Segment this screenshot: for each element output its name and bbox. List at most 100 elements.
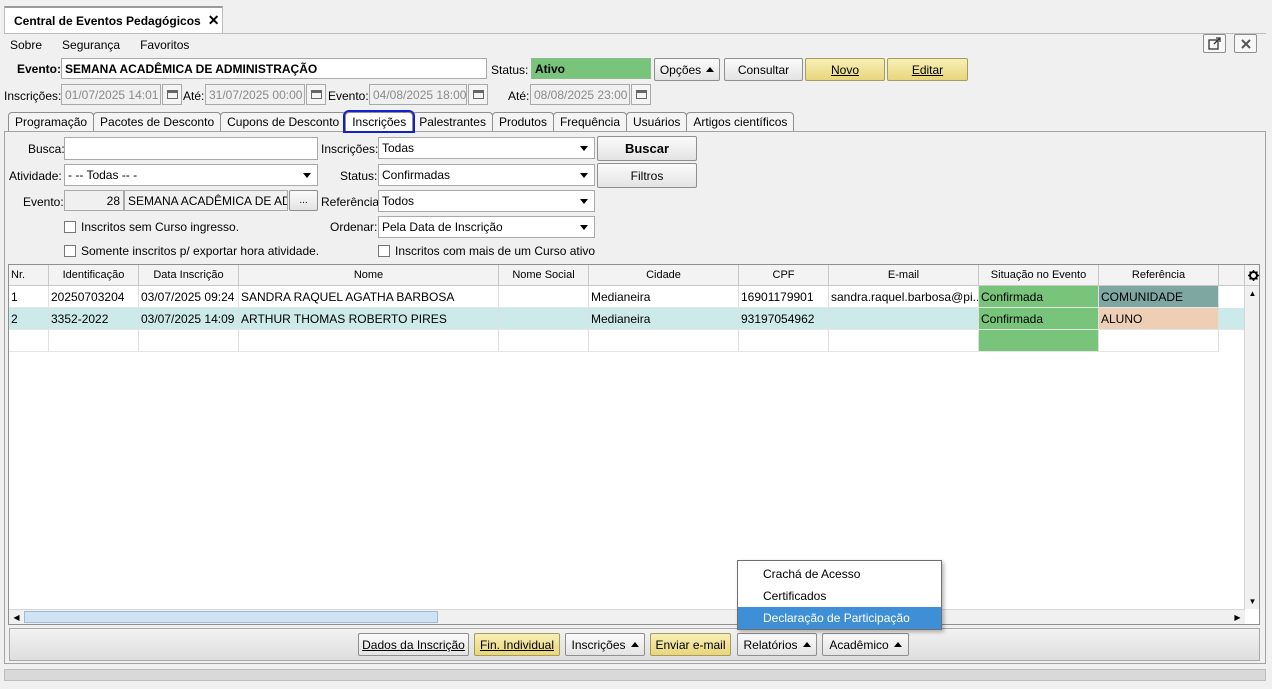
busca-input[interactable]: [64, 137, 318, 160]
menu-item-declaracao[interactable]: Declaração de Participação: [738, 607, 941, 629]
dados-inscricao-button[interactable]: Dados da Inscrição: [358, 633, 469, 656]
col-nome[interactable]: Nome: [239, 265, 499, 286]
evento-field[interactable]: SEMANA ACADÊMICA DE ADMINISTRAÇÃO: [61, 58, 487, 79]
academico-button[interactable]: Acadêmico: [822, 633, 909, 656]
cell-cpf: 93197054962: [739, 308, 829, 330]
menu-bar: Sobre Segurança Favoritos: [8, 37, 191, 53]
cell-identificacao: 20250703204: [49, 286, 139, 308]
scroll-down-icon[interactable]: ▼: [1245, 594, 1259, 609]
scroll-right-icon[interactable]: ▶: [1230, 610, 1245, 624]
table-row[interactable]: 2 3352-2022 03/07/2025 14:09 ARTHUR THOM…: [9, 308, 1245, 330]
evento-nome-field[interactable]: SEMANA ACADÊMICA DE ADM: [124, 190, 288, 211]
evento-filter-label: Evento:: [23, 195, 64, 209]
evento-lookup-button[interactable]: ...: [289, 190, 318, 211]
enviar-email-button[interactable]: Enviar e-mail: [650, 633, 731, 656]
evento-fim-field[interactable]: 08/08/2025 23:00: [530, 84, 630, 105]
tab-cupons[interactable]: Cupons de Desconto: [220, 112, 347, 131]
cell-empty: [139, 330, 239, 352]
calendar-icon[interactable]: [468, 84, 488, 105]
column-settings-icon[interactable]: [1245, 265, 1259, 286]
col-email[interactable]: E-mail: [829, 265, 979, 286]
sem-curso-checkbox[interactable]: Inscritos sem Curso ingresso.: [64, 220, 239, 234]
close-window-icon[interactable]: [1234, 34, 1257, 53]
checkbox-box: [64, 221, 76, 233]
evento-id-field[interactable]: 28: [64, 190, 124, 211]
relatorios-label: Relatórios: [743, 637, 798, 652]
tab-usuarios[interactable]: Usuários: [626, 112, 688, 131]
calendar-icon[interactable]: [306, 84, 326, 105]
scroll-thumb[interactable]: [24, 611, 438, 623]
dados-inscricao-label: Dados da Inscrição: [362, 637, 465, 652]
menu-favoritos[interactable]: Favoritos: [138, 37, 191, 53]
atividade-select[interactable]: - -- Todas -- -: [64, 164, 318, 186]
relatorios-popup-menu: Crachá de Acesso Certificados Declaração…: [737, 560, 942, 630]
atividade-label: Atividade:: [9, 169, 62, 183]
opcoes-button[interactable]: Opções: [654, 58, 720, 81]
inscricoes-table[interactable]: Nr. Identificação Data Inscrição Nome No…: [8, 264, 1260, 625]
tab-pacotes[interactable]: Pacotes de Desconto: [93, 112, 222, 131]
tab-produtos[interactable]: Produtos: [491, 112, 554, 131]
status-select[interactable]: Confirmadas: [378, 164, 595, 186]
horizontal-scrollbar[interactable]: ◀ ▶: [9, 609, 1245, 624]
referencia-select[interactable]: Todos: [378, 190, 595, 212]
ate2-label: Até:: [508, 89, 530, 103]
inscricoes-inicio-field[interactable]: 01/07/2025 14:01: [61, 84, 161, 105]
inscricoes-label: Inscrições:: [4, 89, 62, 103]
menu-item-cracha[interactable]: Crachá de Acesso: [738, 563, 941, 585]
novo-button[interactable]: Novo: [805, 58, 885, 81]
col-cidade[interactable]: Cidade: [589, 265, 739, 286]
tab-artigos[interactable]: Artigos científicos: [686, 112, 795, 131]
consultar-button[interactable]: Consultar: [724, 58, 803, 81]
cell-empty: [1099, 330, 1219, 352]
cell-data: 03/07/2025 09:24: [139, 286, 239, 308]
cell-data: 03/07/2025 14:09: [139, 308, 239, 330]
scroll-left-icon[interactable]: ◀: [9, 610, 24, 624]
fin-individual-button[interactable]: Fin. Individual: [474, 633, 560, 656]
col-data-inscricao[interactable]: Data Inscrição: [139, 265, 239, 286]
tab-frequencia[interactable]: Frequência: [552, 112, 628, 131]
document-tab[interactable]: Central de Eventos Pedagógicos ✕: [4, 6, 223, 33]
calendar-icon[interactable]: [631, 84, 651, 105]
mais-curso-checkbox[interactable]: Inscritos com mais de um Curso ativo: [378, 244, 595, 258]
tab-inscricoes[interactable]: Inscrições: [343, 110, 416, 133]
atividade-select-value: - -- Todas -- -: [68, 168, 138, 182]
cell-nr: 1: [9, 286, 49, 308]
enviar-email-label: Enviar e-mail: [655, 637, 726, 652]
col-identificacao[interactable]: Identificação: [49, 265, 139, 286]
col-cpf[interactable]: CPF: [739, 265, 829, 286]
col-referencia[interactable]: Referência: [1099, 265, 1219, 286]
inscricoes-select[interactable]: Todas: [378, 137, 595, 159]
exportar-checkbox[interactable]: Somente inscritos p/ exportar hora ativi…: [64, 244, 319, 258]
evento-data-label: Evento:: [328, 89, 369, 103]
close-tab-icon[interactable]: ✕: [208, 12, 220, 29]
tab-palestrantes[interactable]: Palestrantes: [412, 112, 493, 131]
inscricoes-menu-button[interactable]: Inscrições: [565, 633, 645, 656]
menu-item-certificados[interactable]: Certificados: [738, 585, 941, 607]
col-nome-social[interactable]: Nome Social: [499, 265, 589, 286]
inscricoes-fim-field[interactable]: 31/07/2025 00:00: [205, 84, 305, 105]
bottom-scrollbar[interactable]: [4, 669, 1266, 681]
cell-empty: [49, 330, 139, 352]
buscar-button[interactable]: Buscar: [597, 136, 697, 161]
opcoes-label: Opções: [659, 62, 702, 77]
table-row[interactable]: 1 20250703204 03/07/2025 09:24 SANDRA RA…: [9, 286, 1219, 308]
vertical-scrollbar[interactable]: ▲ ▼: [1244, 286, 1259, 609]
menu-sobre[interactable]: Sobre: [8, 37, 44, 53]
ordenar-select[interactable]: Pela Data de Inscrição: [378, 216, 595, 238]
chevron-down-icon: [580, 172, 588, 178]
evento-inicio-field[interactable]: 04/08/2025 18:00: [369, 84, 467, 105]
calendar-icon[interactable]: [162, 84, 182, 105]
tab-programacao[interactable]: Programação: [8, 112, 95, 131]
col-nr[interactable]: Nr.: [9, 265, 49, 286]
status-field[interactable]: Ativo: [531, 58, 651, 79]
editar-button[interactable]: Editar: [887, 58, 968, 81]
cell-extra: [1219, 308, 1245, 330]
scroll-up-icon[interactable]: ▲: [1245, 286, 1259, 301]
table-row-empty[interactable]: [9, 330, 1219, 352]
filtros-button[interactable]: Filtros: [597, 163, 697, 188]
chevron-down-icon: [580, 224, 588, 230]
popout-icon[interactable]: [1203, 34, 1226, 53]
menu-seguranca[interactable]: Segurança: [60, 37, 122, 53]
relatorios-button[interactable]: Relatórios: [737, 633, 817, 656]
col-situacao[interactable]: Situação no Evento: [979, 265, 1099, 286]
